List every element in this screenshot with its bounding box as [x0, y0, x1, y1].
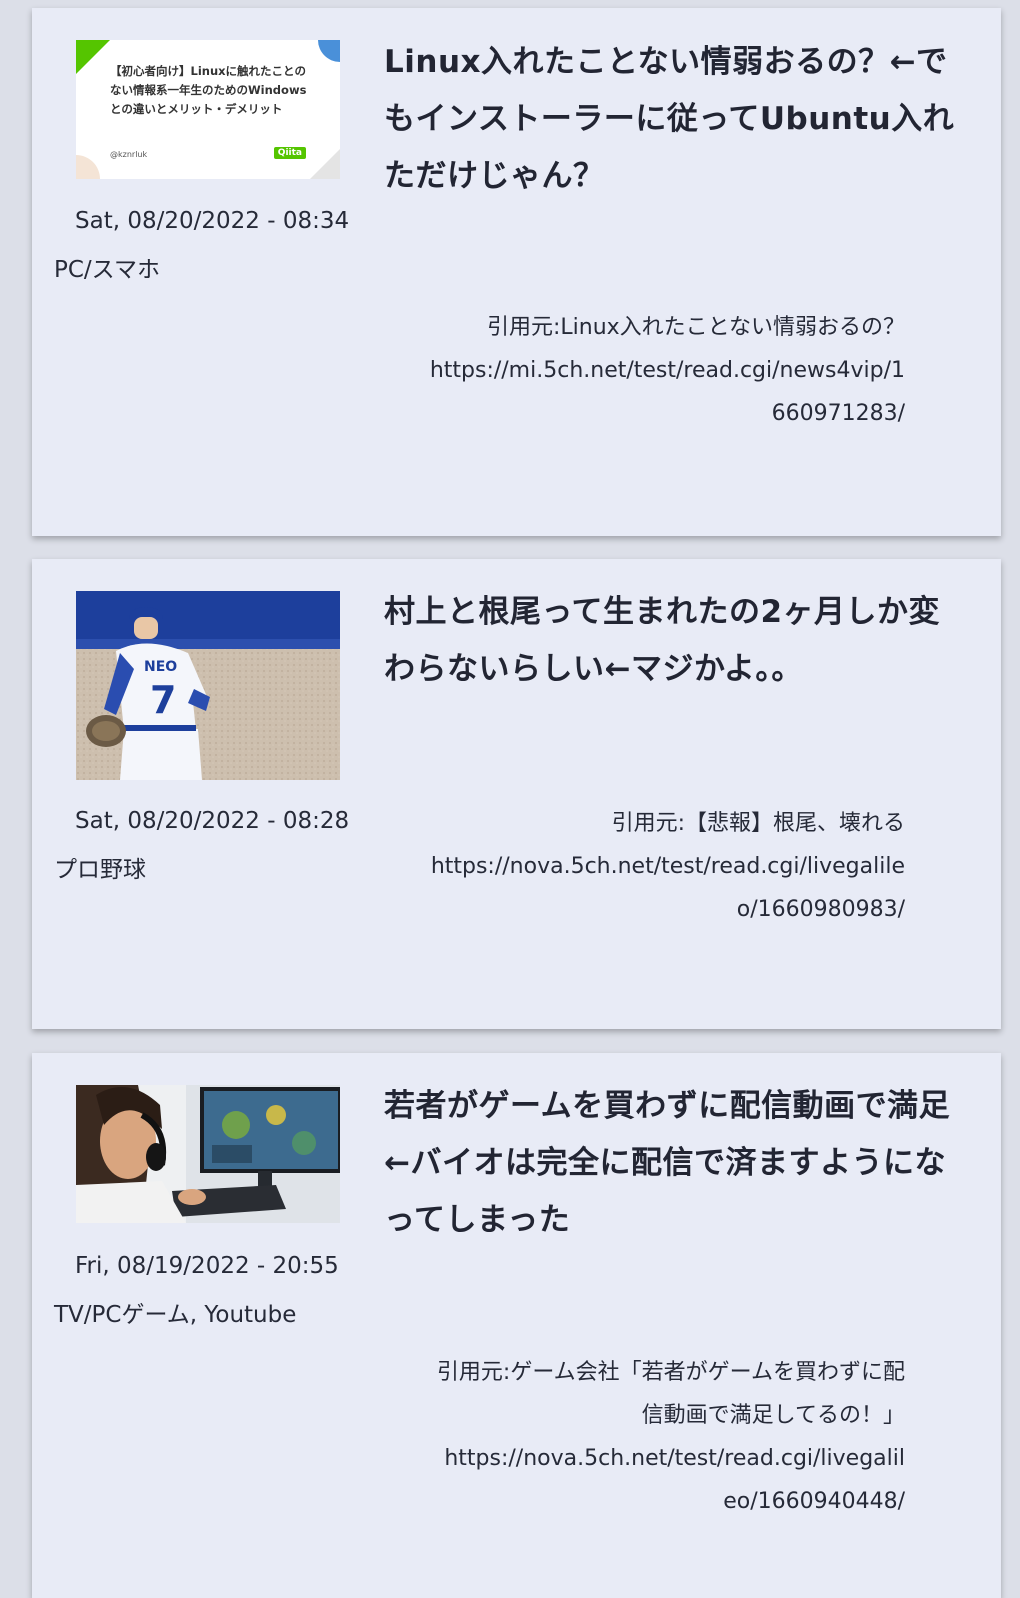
- article-category[interactable]: TV/PCゲーム, Youtube: [54, 1295, 296, 1329]
- source-url[interactable]: https://mi.5ch.net/test/read.cgi/news4vi…: [425, 349, 905, 435]
- article-title[interactable]: 若者がゲームを買わずに配信動画で満足←バイオは完全に配信で済ますようになってしま…: [384, 1078, 964, 1249]
- source-label: 引用元:【悲報】根尾、壊れる: [611, 811, 905, 836]
- article-card: NEO 7 村上と根尾って生まれたの2ヶ月しか変わらないらしい←マジかよ。。 S…: [32, 559, 1001, 1029]
- article-title[interactable]: Linux入れたことない情弱おるの？←でもインストーラーに従ってUbuntu入れ…: [384, 34, 964, 205]
- jersey-name: NEO: [144, 659, 177, 675]
- baseball-player-image: NEO 7: [76, 591, 340, 780]
- article-source: 引用元:Linux入れたことない情弱おるの？ https://mi.5ch.ne…: [425, 306, 905, 435]
- article-source: 引用元:ゲーム会社「若者がゲームを買わずに配信動画で満足してるの！」 https…: [435, 1351, 905, 1523]
- article-date: Sat, 08/20/2022 - 08:34: [75, 208, 350, 234]
- article-category[interactable]: プロ野球: [54, 850, 146, 884]
- article-thumbnail[interactable]: NEO 7: [76, 591, 340, 780]
- source-url[interactable]: https://nova.5ch.net/test/read.cgi/liveg…: [425, 845, 905, 931]
- gamer-at-pc-image: [76, 1085, 340, 1223]
- article-thumbnail[interactable]: 【初心者向け】Linuxに触れたことのない情報系一年生のためのWindowsとの…: [76, 40, 340, 179]
- qiita-thumbnail-image: 【初心者向け】Linuxに触れたことのない情報系一年生のためのWindowsとの…: [76, 40, 340, 179]
- article-date: Fri, 08/19/2022 - 20:55: [75, 1253, 339, 1279]
- source-label: 引用元:Linux入れたことない情弱おるの？: [486, 315, 905, 340]
- thumbnail-text: 【初心者向け】Linuxに触れたことのない情報系一年生のためのWindowsとの…: [110, 64, 307, 116]
- article-date: Sat, 08/20/2022 - 08:28: [75, 808, 350, 834]
- article-card: 若者がゲームを買わずに配信動画で満足←バイオは完全に配信で済ますようになってしま…: [32, 1053, 1001, 1598]
- article-title[interactable]: 村上と根尾って生まれたの2ヶ月しか変わらないらしい←マジかよ。。: [384, 584, 964, 698]
- article-thumbnail[interactable]: [76, 1085, 340, 1223]
- article-card: 【初心者向け】Linuxに触れたことのない情報系一年生のためのWindowsとの…: [32, 8, 1001, 536]
- article-source: 引用元:【悲報】根尾、壊れる https://nova.5ch.net/test…: [425, 802, 905, 931]
- article-category[interactable]: PC/スマホ: [54, 250, 160, 284]
- qiita-logo: Qiita: [273, 147, 306, 159]
- source-url[interactable]: https://nova.5ch.net/test/read.cgi/liveg…: [435, 1437, 905, 1523]
- thumbnail-author: @kznrluk: [110, 150, 148, 159]
- source-label: 引用元:ゲーム会社「若者がゲームを買わずに配信動画で満足してるの！」: [436, 1360, 905, 1428]
- jersey-number: 7: [150, 678, 176, 722]
